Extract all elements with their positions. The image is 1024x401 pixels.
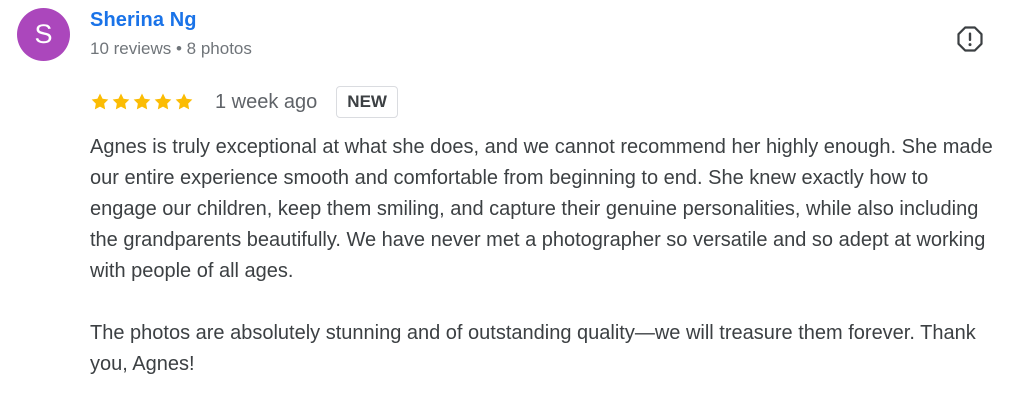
star-icon bbox=[154, 93, 172, 110]
star-icon bbox=[91, 93, 109, 110]
star-icon bbox=[175, 93, 193, 110]
review-paragraph: The photos are absolutely stunning and o… bbox=[90, 322, 976, 375]
star-icon bbox=[112, 93, 130, 110]
review-text: Agnes is truly exceptional at what she d… bbox=[90, 132, 1000, 380]
avatar[interactable]: S bbox=[17, 8, 70, 61]
review-card: S Sherina Ng 10 reviews • 8 photos 1 wee… bbox=[0, 0, 1024, 401]
avatar-initial: S bbox=[34, 19, 53, 49]
author-name-link[interactable]: Sherina Ng bbox=[90, 9, 197, 32]
star-rating bbox=[90, 92, 194, 112]
author-stats: 10 reviews • 8 photos bbox=[90, 39, 252, 58]
review-date: 1 week ago bbox=[215, 90, 318, 113]
star-icon bbox=[133, 93, 151, 110]
report-flag-icon bbox=[957, 26, 983, 52]
report-review-button[interactable] bbox=[952, 21, 988, 57]
rating-row: 1 week ago NEW bbox=[90, 84, 398, 120]
review-paragraph: Agnes is truly exceptional at what she d… bbox=[90, 136, 993, 282]
new-badge: NEW bbox=[336, 86, 398, 118]
